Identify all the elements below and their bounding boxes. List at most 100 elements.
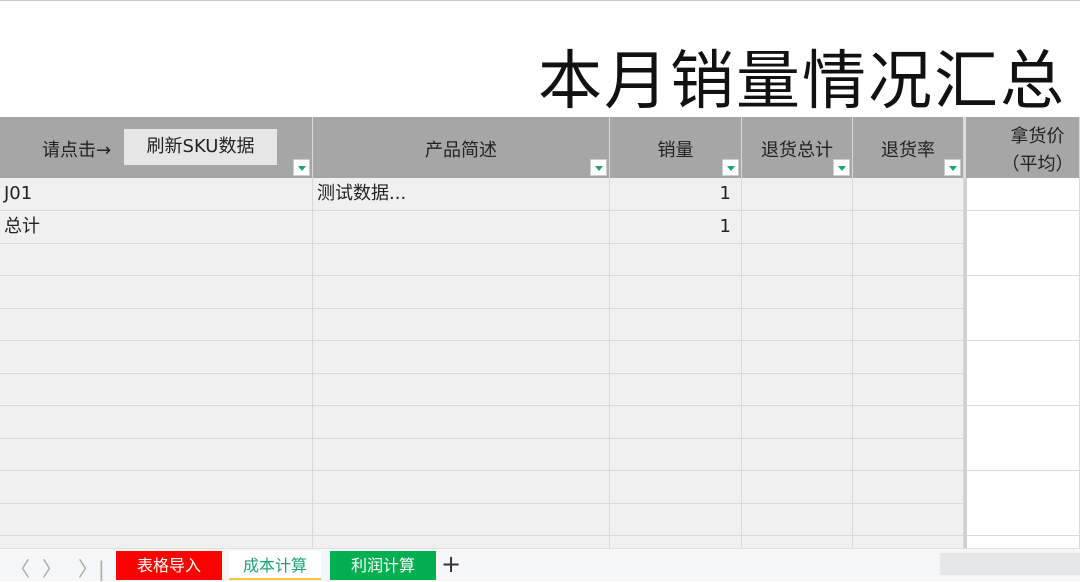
table-cell[interactable]	[742, 470, 853, 504]
table-cell[interactable]	[853, 340, 964, 374]
input-cell[interactable]	[964, 210, 1080, 244]
header-sku: 请点击→ 刷新SKU数据	[0, 117, 313, 178]
table-cell[interactable]	[742, 275, 853, 309]
horizontal-scrollbar[interactable]	[940, 553, 1080, 575]
table-cell[interactable]	[853, 210, 964, 244]
table-cell[interactable]	[0, 535, 313, 548]
table-cell[interactable]	[610, 503, 742, 536]
table-cell[interactable]	[742, 340, 853, 374]
header-label: （平均）	[1001, 154, 1074, 175]
input-cell[interactable]	[964, 275, 1080, 309]
table-cell[interactable]	[0, 340, 313, 374]
top-border	[0, 0, 1080, 1]
table-cell[interactable]	[742, 210, 853, 244]
prompt-label: 请点击→	[42, 140, 112, 161]
table-cell[interactable]	[853, 373, 964, 406]
prev-sheet-icon[interactable]: 〈	[10, 553, 30, 582]
table-cell[interactable]: 测试数据...	[313, 178, 610, 211]
header-label: 产品简述	[425, 140, 497, 161]
add-sheet-button[interactable]: +	[441, 550, 461, 578]
input-cell[interactable]	[964, 405, 1080, 439]
table-cell[interactable]	[742, 308, 853, 341]
table-cell[interactable]	[0, 470, 313, 504]
table-cell[interactable]	[610, 438, 742, 471]
table-cell[interactable]	[0, 308, 313, 341]
table-cell[interactable]	[742, 243, 853, 276]
table-cell[interactable]	[313, 470, 610, 504]
table-cell[interactable]	[0, 373, 313, 406]
table-cell[interactable]	[853, 438, 964, 471]
table-cell[interactable]	[313, 340, 610, 374]
input-cell[interactable]	[964, 535, 1080, 548]
table-cell[interactable]	[853, 470, 964, 504]
spreadsheet-grid[interactable]: 请点击→ 刷新SKU数据 产品简述 销量 退货总计 退货率 拿货价 （平均） J…	[0, 117, 1080, 548]
table-cell[interactable]	[853, 503, 964, 536]
tab-profit-calc[interactable]: 利润计算	[330, 551, 436, 580]
input-cell[interactable]	[964, 243, 1080, 276]
next-sheet-icon[interactable]: 〉	[42, 553, 62, 582]
table-cell[interactable]	[610, 308, 742, 341]
table-cell[interactable]	[853, 275, 964, 309]
table-cell[interactable]: 总计	[0, 210, 313, 244]
table-cell[interactable]	[610, 243, 742, 276]
table-cell[interactable]	[742, 503, 853, 536]
table-cell[interactable]	[313, 535, 610, 548]
refresh-sku-button[interactable]: 刷新SKU数据	[124, 129, 277, 165]
header-avg-cost: 拿货价 （平均）	[964, 117, 1080, 178]
table-cell[interactable]	[853, 243, 964, 276]
input-cell[interactable]	[964, 308, 1080, 341]
header-returns-total: 退货总计	[742, 117, 853, 178]
table-cell[interactable]	[853, 178, 964, 211]
input-cell[interactable]	[964, 503, 1080, 536]
filter-dropdown-icon[interactable]	[833, 159, 850, 176]
table-cell[interactable]	[610, 405, 742, 439]
table-cell[interactable]	[610, 470, 742, 504]
table-cell[interactable]	[313, 503, 610, 536]
tab-table-import[interactable]: 表格导入	[116, 551, 222, 580]
table-cell[interactable]	[313, 243, 610, 276]
input-cell[interactable]	[964, 340, 1080, 374]
last-sheet-icon[interactable]: 〉|	[78, 553, 105, 582]
header-sales: 销量	[610, 117, 742, 178]
tab-cost-calc[interactable]: 成本计算	[229, 551, 321, 580]
table-cell[interactable]	[313, 438, 610, 471]
table-cell[interactable]	[0, 438, 313, 471]
table-cell[interactable]	[313, 405, 610, 439]
filter-dropdown-icon[interactable]	[293, 159, 310, 176]
table-cell[interactable]	[610, 535, 742, 548]
table-cell[interactable]	[742, 178, 853, 211]
filter-dropdown-icon[interactable]	[722, 159, 739, 176]
table-cell[interactable]: J01	[0, 178, 313, 211]
table-cell[interactable]: 1	[610, 178, 742, 211]
filter-dropdown-icon[interactable]	[590, 159, 607, 176]
table-cell[interactable]	[853, 405, 964, 439]
table-cell[interactable]	[313, 275, 610, 309]
filter-dropdown-icon[interactable]	[944, 159, 961, 176]
table-cell[interactable]	[853, 535, 964, 548]
table-cell[interactable]	[0, 405, 313, 439]
table-cell[interactable]	[742, 405, 853, 439]
table-cell[interactable]	[313, 308, 610, 341]
table-cell[interactable]	[313, 210, 610, 244]
header-label: 拿货价	[1010, 126, 1065, 147]
table-cell[interactable]	[742, 438, 853, 471]
table-cell[interactable]: 1	[610, 210, 742, 244]
header-return-rate: 退货率	[853, 117, 964, 178]
header-description: 产品简述	[313, 117, 610, 178]
table-cell[interactable]	[742, 535, 853, 548]
table-cell[interactable]	[0, 503, 313, 536]
sheet-tab-bar: 〈 〉 〉| 表格导入 成本计算 利润计算 +	[0, 548, 1080, 581]
table-cell[interactable]	[610, 275, 742, 309]
table-cell[interactable]	[610, 340, 742, 374]
table-cell[interactable]	[610, 373, 742, 406]
table-cell[interactable]	[0, 243, 313, 276]
table-cell[interactable]	[0, 275, 313, 309]
table-cell[interactable]	[853, 308, 964, 341]
input-cell[interactable]	[964, 178, 1080, 211]
table-cell[interactable]	[313, 373, 610, 406]
input-cell[interactable]	[964, 470, 1080, 504]
input-cell[interactable]	[964, 373, 1080, 406]
page-title: 本月销量情况汇总	[538, 45, 1066, 119]
input-cell[interactable]	[964, 438, 1080, 471]
table-cell[interactable]	[742, 373, 853, 406]
